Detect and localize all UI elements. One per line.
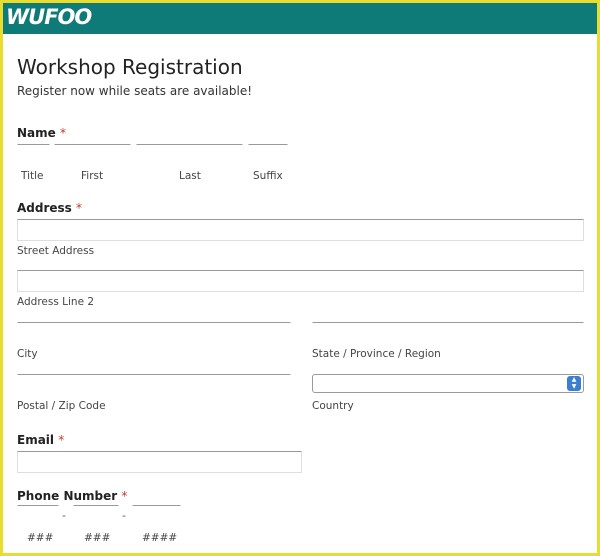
form-description: Register now while seats are available! xyxy=(17,84,253,98)
required-marker: * xyxy=(58,433,65,447)
country-sublabel: Country xyxy=(312,400,354,412)
address-label: Address * xyxy=(17,201,82,215)
phone-label: Phone Number * xyxy=(17,489,127,503)
phone-area-sublabel: ### xyxy=(27,532,54,544)
city-sublabel: City xyxy=(17,348,38,360)
name-first-sublabel: First xyxy=(81,170,104,182)
state-input[interactable] xyxy=(312,322,584,344)
wufoo-logo[interactable]: WUFOO xyxy=(6,5,92,29)
street-address-sublabel: Street Address xyxy=(17,245,95,257)
email-label-text: Email xyxy=(17,433,55,447)
phone-prefix-input[interactable] xyxy=(73,505,119,527)
name-title-sublabel: Title xyxy=(21,170,44,182)
header-bar: WUFOO xyxy=(3,3,597,34)
phone-separator: - xyxy=(62,509,66,522)
phone-area-input[interactable] xyxy=(17,505,59,527)
zip-input[interactable] xyxy=(17,374,291,396)
form-frame: WUFOO Workshop Registration Register now… xyxy=(0,0,600,556)
email-input[interactable] xyxy=(17,451,302,473)
required-marker: * xyxy=(59,126,66,140)
select-arrows-icon: ▲ ▼ xyxy=(567,376,581,391)
address-line2-input[interactable] xyxy=(17,270,584,292)
city-input[interactable] xyxy=(17,322,291,344)
state-sublabel: State / Province / Region xyxy=(312,348,441,360)
name-last-sublabel: Last xyxy=(179,170,201,182)
phone-prefix-sublabel: ### xyxy=(84,532,111,544)
name-label: Name * xyxy=(17,126,66,140)
name-suffix-input[interactable] xyxy=(248,144,288,166)
name-title-input[interactable] xyxy=(17,144,50,166)
required-marker: * xyxy=(121,489,128,503)
phone-separator: - xyxy=(122,509,126,522)
phone-line-sublabel: #### xyxy=(142,532,178,544)
name-first-input[interactable] xyxy=(54,144,131,166)
country-select[interactable]: ▲ ▼ xyxy=(312,374,584,393)
email-label: Email * xyxy=(17,433,64,447)
phone-label-text: Phone Number xyxy=(17,489,118,503)
address-line2-sublabel: Address Line 2 xyxy=(17,296,95,308)
address-label-text: Address xyxy=(17,201,72,215)
name-label-text: Name xyxy=(17,126,56,140)
required-marker: * xyxy=(76,201,82,215)
phone-line-input[interactable] xyxy=(132,505,181,527)
name-last-input[interactable] xyxy=(136,144,243,166)
zip-sublabel: Postal / Zip Code xyxy=(17,400,106,412)
street-address-input[interactable] xyxy=(17,219,584,241)
form-title: Workshop Registration xyxy=(17,55,243,79)
name-suffix-sublabel: Suffix xyxy=(253,170,283,182)
